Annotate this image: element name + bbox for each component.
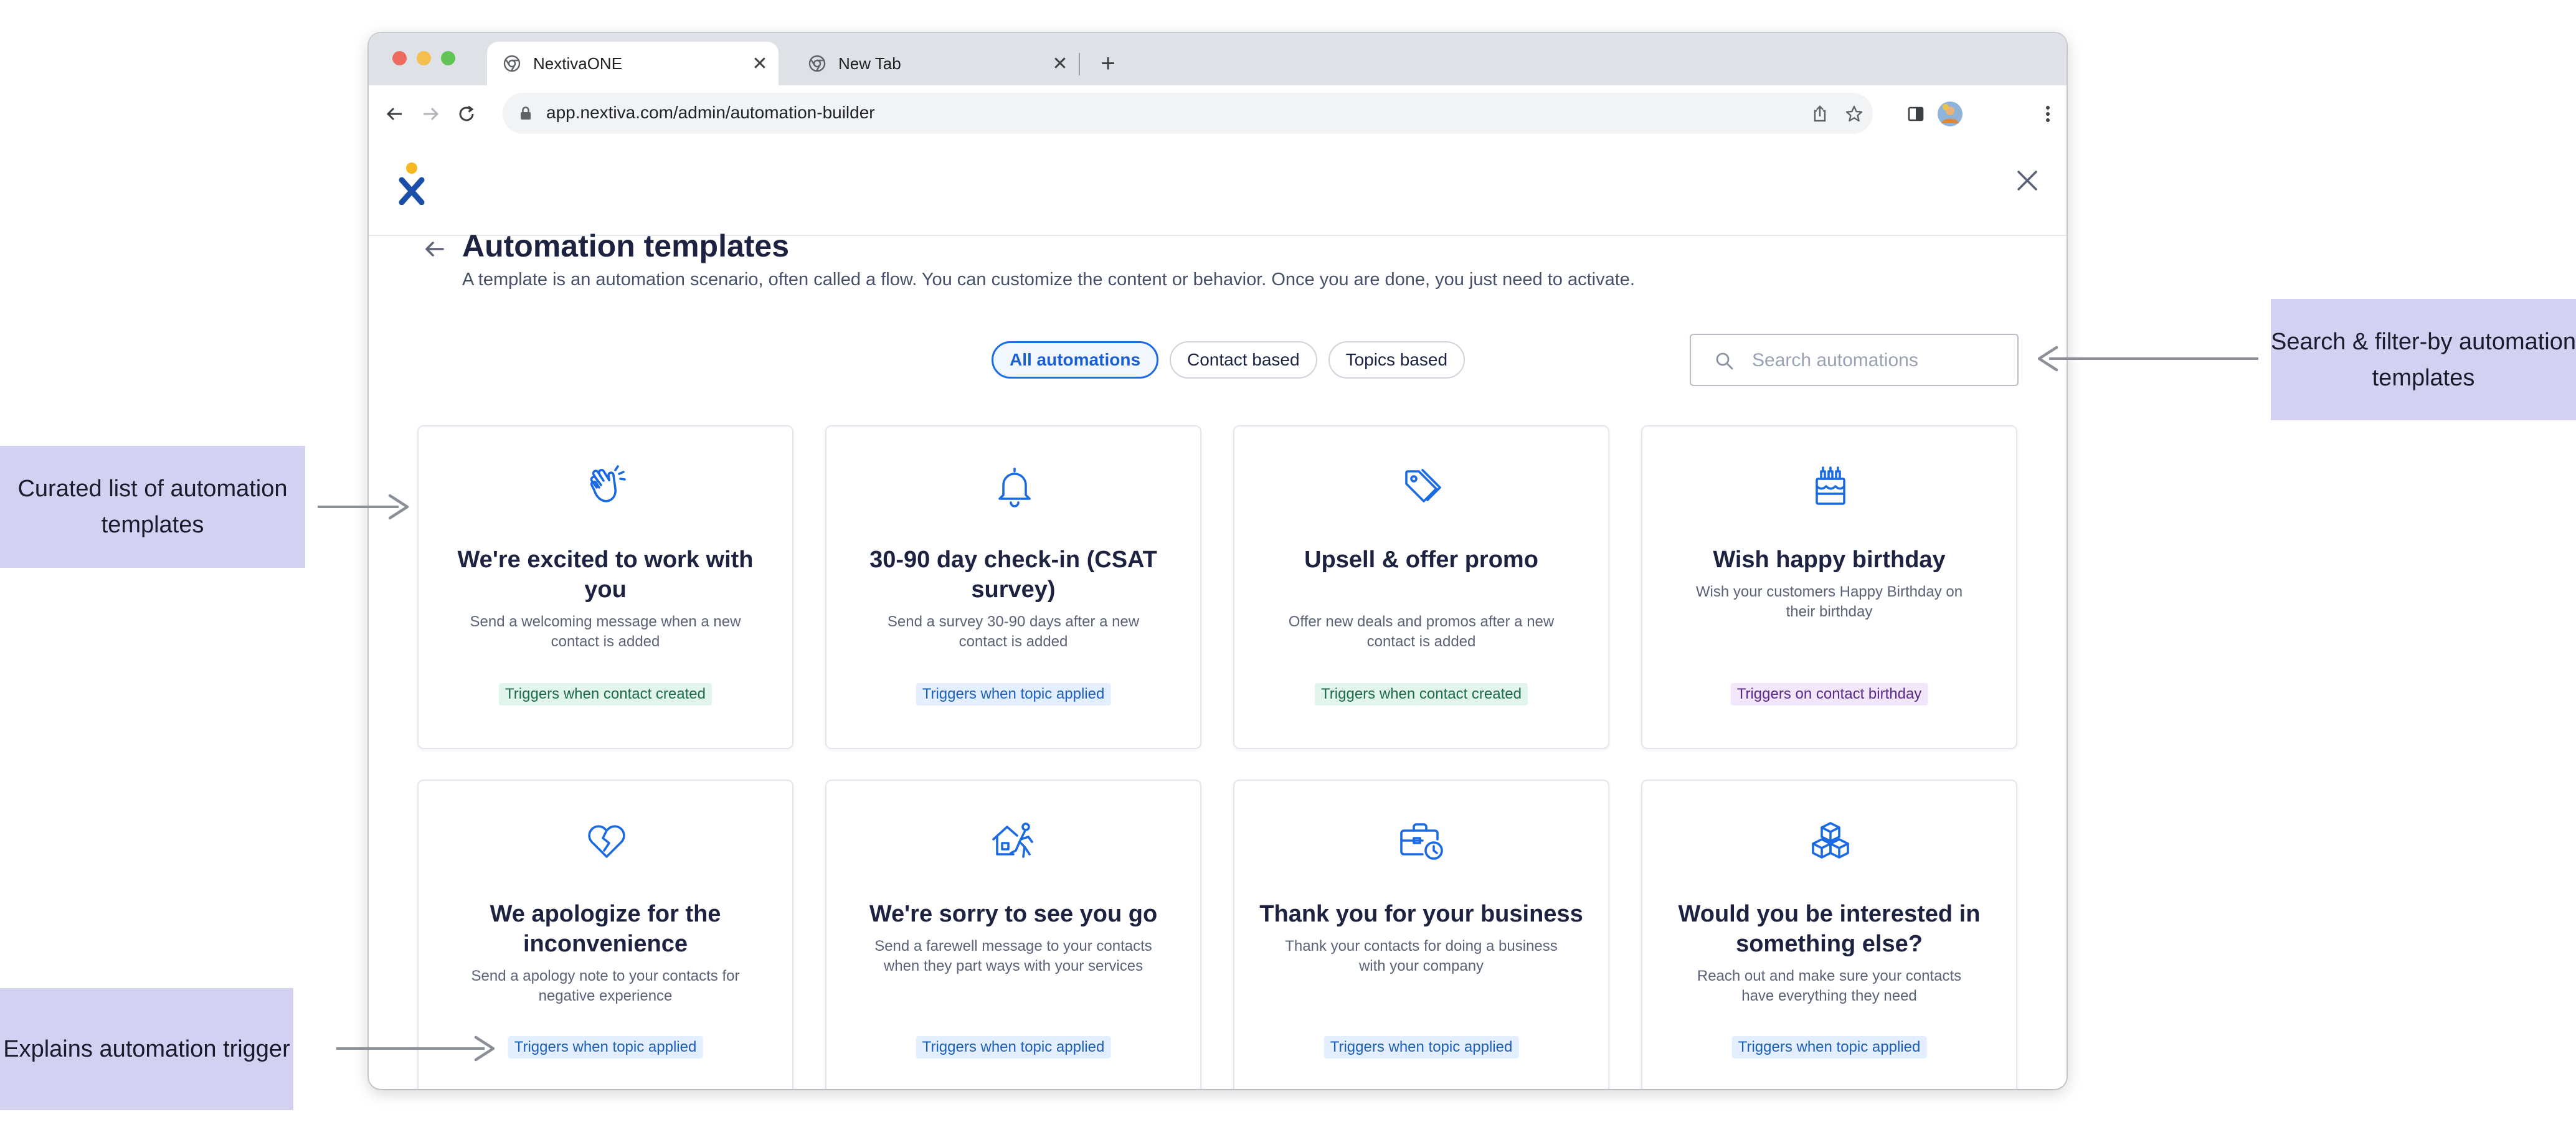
- tab-divider: [1079, 53, 1080, 75]
- page-subtitle: A template is an automation scenario, of…: [462, 270, 1635, 290]
- profile-avatar[interactable]: [1935, 99, 1965, 129]
- search-field[interactable]: [1690, 334, 2019, 386]
- nextiva-logo: [397, 161, 428, 205]
- trigger-badge: Triggers on contact birthday: [1730, 683, 1928, 705]
- bookmark-star-icon[interactable]: [1844, 103, 1865, 125]
- card-description: Send a farewell message to your contacts…: [874, 938, 1152, 974]
- browser-tab-new-tab[interactable]: New Tab ✕: [792, 42, 1079, 85]
- clapping-hands-icon: [582, 461, 632, 511]
- trigger-badge: Triggers when contact created: [499, 683, 712, 705]
- tab-label: NextivaONE: [533, 54, 623, 73]
- filter-contact-based[interactable]: Contact based: [1170, 341, 1317, 379]
- address-bar[interactable]: app.nextiva.com/admin/automation-builder: [503, 93, 1873, 134]
- card-title: We apologize for the inconvenience: [490, 901, 721, 957]
- tab-close-icon[interactable]: ✕: [747, 53, 772, 75]
- side-panel-icon[interactable]: [1901, 99, 1931, 129]
- more-menu-icon[interactable]: [2033, 99, 2063, 129]
- card-title: Thank you for your business: [1259, 901, 1583, 927]
- search-icon: [1713, 350, 1736, 372]
- card-description: Reach out and make sure your contacts ha…: [1697, 968, 1962, 1004]
- forward-icon[interactable]: [415, 99, 445, 129]
- template-grid: We're excited to work with you Send a we…: [417, 425, 2017, 1089]
- tab-close-icon[interactable]: ✕: [1048, 53, 1073, 75]
- tag-icon: [1398, 461, 1447, 511]
- filter-chips: All automations Contact based Topics bas…: [992, 341, 1466, 379]
- annotation-arrow: [2049, 357, 2258, 360]
- back-icon[interactable]: [380, 99, 410, 129]
- card-title: We're excited to work with you: [457, 547, 754, 603]
- template-card-upsell-other[interactable]: Would you be interested in something els…: [1641, 780, 2017, 1089]
- trigger-badge: Triggers when topic applied: [916, 683, 1111, 705]
- window-close-button[interactable]: [392, 51, 407, 65]
- annotation-arrow-head: [2037, 346, 2058, 372]
- annotation-arrow-head: [388, 494, 409, 520]
- window-maximize-button[interactable]: [441, 51, 455, 65]
- template-card-checkin[interactable]: 30-90 day check-in (CSAT survey) Send a …: [825, 425, 1201, 749]
- annotation-trigger: Explains automation trigger: [0, 988, 293, 1110]
- filter-topics-based[interactable]: Topics based: [1328, 341, 1466, 379]
- card-description: Offer new deals and promos after a new c…: [1288, 613, 1555, 650]
- template-card-welcome[interactable]: We're excited to work with you Send a we…: [417, 425, 793, 749]
- annotation-arrow: [336, 1047, 485, 1050]
- lock-icon: [518, 105, 534, 121]
- template-card-upsell[interactable]: Upsell & offer promo Offer new deals and…: [1233, 425, 1609, 749]
- chrome-icon: [503, 55, 521, 72]
- tab-label: New Tab: [838, 54, 901, 73]
- annotation-curated-list: Curated list of automation templates: [0, 446, 305, 568]
- template-card-birthday[interactable]: Wish happy birthday Wish your customers …: [1641, 425, 2017, 749]
- house-walking-person-icon: [990, 816, 1039, 865]
- birthday-cake-icon: [1806, 461, 1855, 511]
- page-title: Automation templates: [462, 229, 790, 263]
- close-icon[interactable]: [2012, 165, 2043, 196]
- card-title: Wish happy birthday: [1713, 547, 1946, 573]
- browser-toolbar: app.nextiva.com/admin/automation-builder: [369, 85, 2067, 144]
- card-description: Send a welcoming message when a new cont…: [470, 613, 741, 650]
- search-input[interactable]: [1751, 345, 2002, 376]
- boxes-icon: [1806, 816, 1855, 865]
- browser-tab-nextiva[interactable]: NextivaONE ✕: [487, 42, 779, 85]
- card-description: Send a survey 30-90 days after a new con…: [887, 613, 1140, 650]
- trigger-badge: Triggers when topic applied: [916, 1036, 1111, 1058]
- card-title: Would you be interested in something els…: [1678, 901, 1981, 957]
- chrome-icon: [808, 55, 826, 72]
- broken-heart-icon: [582, 816, 632, 865]
- app-header: [369, 143, 2067, 236]
- browser-window: NextivaONE ✕ New Tab ✕ + app.nextiva.com…: [369, 33, 2067, 1089]
- card-description: Wish your customers Happy Birthday on th…: [1695, 583, 1963, 620]
- card-title: We're sorry to see you go: [869, 901, 1158, 927]
- trigger-badge: Triggers when topic applied: [508, 1036, 703, 1058]
- new-tab-button[interactable]: +: [1092, 48, 1124, 79]
- annotation-search-filter: Search & filter-by automation templates: [2271, 299, 2576, 420]
- card-title: Upsell & offer promo: [1304, 547, 1538, 573]
- annotation-arrow: [318, 506, 399, 508]
- browser-titlebar: NextivaONE ✕ New Tab ✕ +: [369, 33, 2067, 85]
- card-description: Thank your contacts for doing a business…: [1285, 938, 1558, 974]
- filter-all-automations[interactable]: All automations: [992, 341, 1159, 379]
- window-minimize-button[interactable]: [417, 51, 431, 65]
- template-card-thank-you[interactable]: Thank you for your business Thank your c…: [1233, 780, 1609, 1089]
- card-description: Send a apology note to your contacts for…: [471, 968, 740, 1004]
- back-arrow-icon[interactable]: [420, 235, 448, 263]
- bell-icon: [990, 461, 1039, 511]
- reload-icon[interactable]: [452, 99, 481, 129]
- briefcase-clock-icon: [1398, 816, 1447, 865]
- url-text: app.nextiva.com/admin/automation-builder: [546, 103, 875, 122]
- template-card-farewell[interactable]: We're sorry to see you go Send a farewel…: [825, 780, 1201, 1089]
- card-title: 30-90 day check-in (CSAT survey): [869, 547, 1157, 603]
- share-icon[interactable]: [1809, 103, 1830, 125]
- trigger-badge: Triggers when contact created: [1315, 683, 1528, 705]
- annotation-arrow-head: [474, 1035, 495, 1062]
- trigger-badge: Triggers when topic applied: [1731, 1036, 1927, 1058]
- trigger-badge: Triggers when topic applied: [1324, 1036, 1519, 1058]
